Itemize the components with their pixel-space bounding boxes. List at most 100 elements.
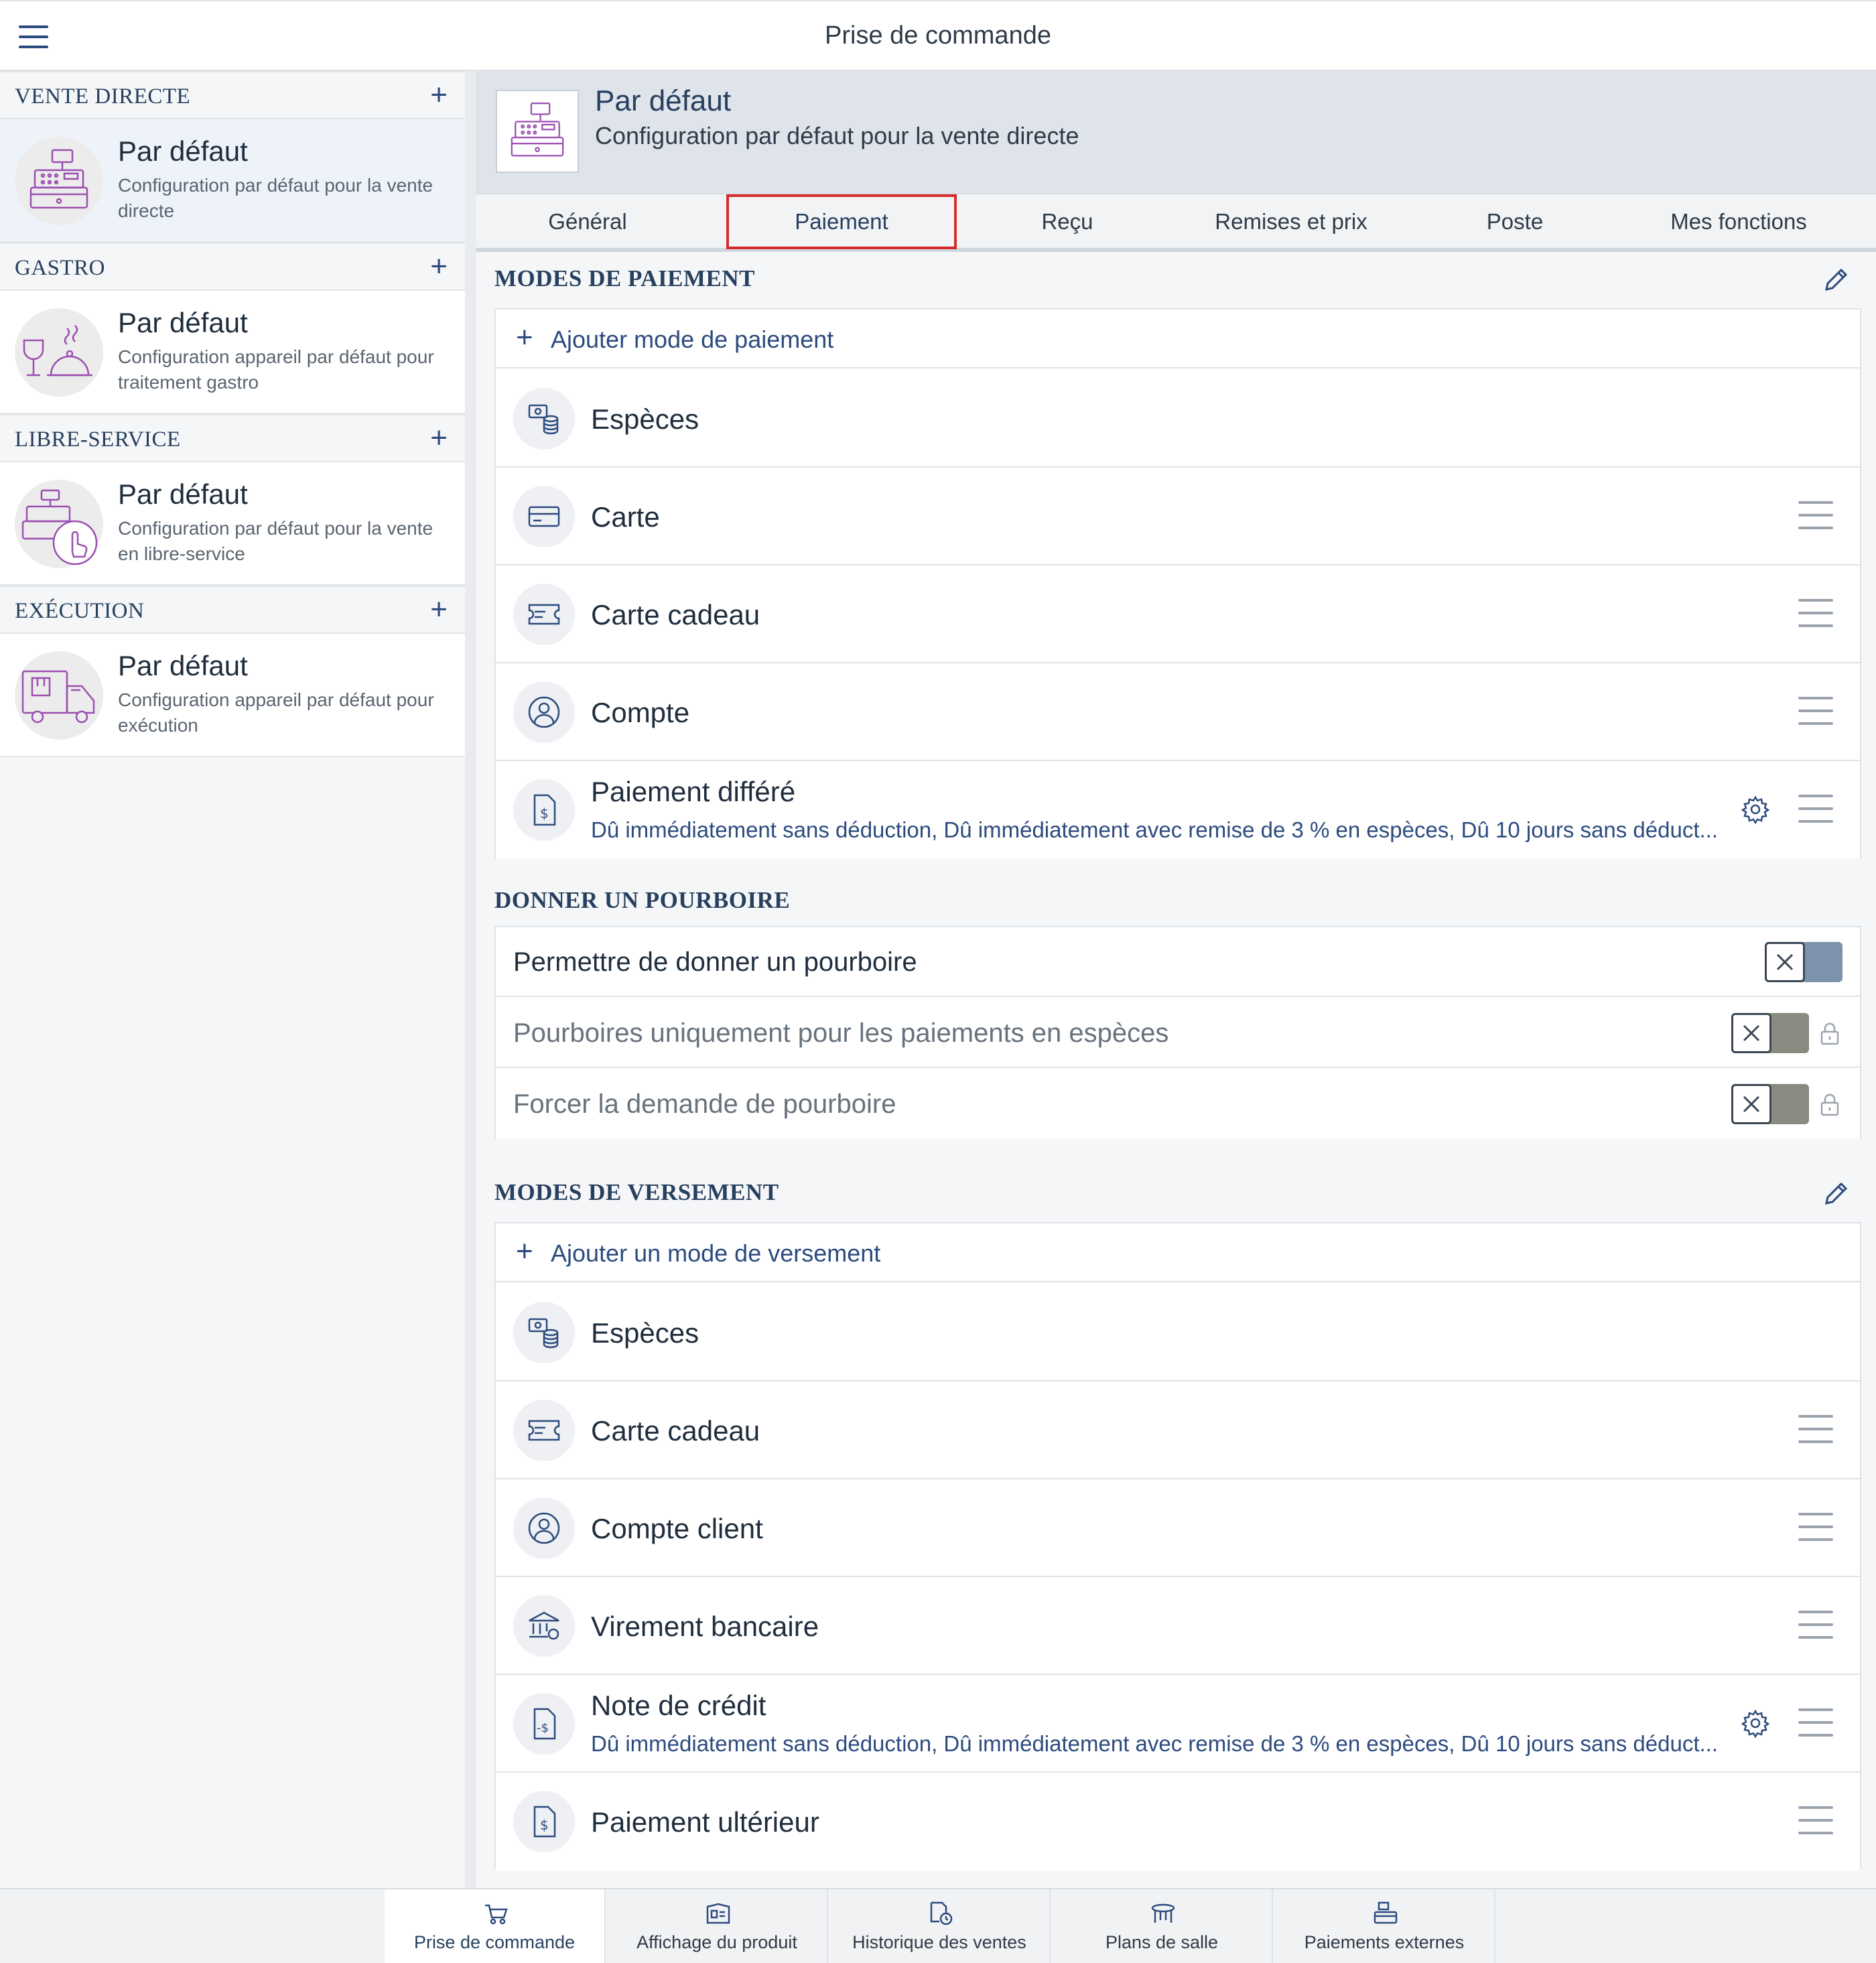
config-title: Par défaut bbox=[118, 478, 248, 510]
lock-icon bbox=[1820, 1093, 1840, 1116]
tab-general[interactable]: Général bbox=[476, 194, 699, 249]
section-header-libre-service: LIBRE-SERVICE + bbox=[0, 414, 465, 462]
config-title: Par défaut bbox=[118, 135, 248, 167]
tab-poste[interactable]: Poste bbox=[1403, 194, 1627, 249]
add-config-button[interactable]: + bbox=[430, 594, 448, 626]
drag-handle-icon[interactable] bbox=[1798, 1415, 1833, 1443]
cash-icon bbox=[513, 1302, 575, 1363]
nav-affichage-du-produit[interactable]: Affichage du produit bbox=[607, 1889, 828, 1963]
sales-history-icon bbox=[930, 1901, 953, 1925]
section-title: LIBRE-SERVICE bbox=[15, 427, 181, 452]
add-config-button[interactable]: + bbox=[430, 251, 448, 283]
tab-recu[interactable]: Reçu bbox=[955, 194, 1179, 249]
tip-force-toggle[interactable] bbox=[1731, 1084, 1809, 1124]
config-item-vente-directe[interactable]: Par défaut Configuration par défaut pour… bbox=[0, 119, 465, 243]
config-subtitle: Configuration appareil par défaut pour e… bbox=[118, 689, 434, 736]
nav-label: Paiements externes bbox=[1304, 1932, 1465, 1952]
tip-force-row: Forcer la demande de pourboire bbox=[496, 1069, 1860, 1139]
add-payment-mode-button[interactable]: + Ajouter mode de paiement bbox=[496, 310, 1860, 368]
payout-mode-note-de-credit[interactable]: -$ Note de crédit Dû immédiatement sans … bbox=[496, 1675, 1860, 1773]
nav-historique-des-ventes[interactable]: Historique des ventes bbox=[829, 1889, 1051, 1963]
tip-cash-only-toggle[interactable] bbox=[1731, 1013, 1809, 1053]
cash-register-icon bbox=[15, 137, 103, 225]
payout-mode-carte-cadeau[interactable]: Carte cadeau bbox=[496, 1381, 1860, 1479]
payment-mode-description: Dû immédiatement sans déduction, Dû immé… bbox=[591, 817, 1719, 842]
section-header-gastro: GASTRO + bbox=[0, 243, 465, 291]
credit-note-icon: -$ bbox=[513, 1693, 575, 1755]
detail-subtitle: Configuration par défaut pour la vente d… bbox=[595, 122, 1079, 149]
payment-mode-paiement-differe[interactable]: $ Paiement différé Dû immédiatement sans… bbox=[496, 761, 1860, 859]
section-title: EXÉCUTION bbox=[15, 599, 145, 623]
section-title: GASTRO bbox=[15, 256, 106, 280]
nav-plans-de-salle[interactable]: Plans de salle bbox=[1052, 1889, 1273, 1963]
payment-mode-carte[interactable]: Carte bbox=[496, 468, 1860, 565]
payment-mode-label: Compte bbox=[591, 697, 690, 728]
add-payout-mode-button[interactable]: + Ajouter un mode de versement bbox=[496, 1223, 1860, 1282]
gastro-cloche-icon bbox=[15, 308, 103, 397]
edit-pencil-icon[interactable] bbox=[1821, 265, 1851, 295]
nav-label: Historique des ventes bbox=[852, 1932, 1026, 1952]
account-icon bbox=[513, 681, 575, 743]
add-payment-mode-label: Ajouter mode de paiement bbox=[551, 326, 834, 353]
gear-icon[interactable] bbox=[1741, 795, 1770, 825]
drag-handle-icon[interactable] bbox=[1798, 1806, 1833, 1834]
drag-handle-icon[interactable] bbox=[1798, 501, 1833, 529]
payment-mode-especes[interactable]: Espèces bbox=[496, 370, 1860, 468]
nav-paiements-externes[interactable]: Paiements externes bbox=[1274, 1889, 1495, 1963]
payment-mode-carte-cadeau[interactable]: Carte cadeau bbox=[496, 565, 1860, 663]
payment-mode-compte[interactable]: Compte bbox=[496, 663, 1860, 761]
payment-modes-title: MODES DE PAIEMENT bbox=[494, 265, 755, 291]
payout-mode-especes[interactable]: Espèces bbox=[496, 1284, 1860, 1381]
svg-text:$: $ bbox=[540, 805, 549, 821]
invoice-icon: $ bbox=[513, 1791, 575, 1852]
top-bar: Prise de commande bbox=[0, 0, 1876, 71]
nav-prise-de-commande[interactable]: Prise de commande bbox=[385, 1889, 606, 1963]
external-payment-icon bbox=[1374, 1901, 1398, 1924]
tip-allow-label: Permettre de donner un pourboire bbox=[513, 947, 917, 977]
drag-handle-icon[interactable] bbox=[1798, 1611, 1833, 1639]
section-title: VENTE DIRECTE bbox=[15, 84, 191, 109]
sidebar-divider bbox=[465, 71, 476, 1888]
gift-card-icon bbox=[513, 1400, 575, 1461]
edit-pencil-icon[interactable] bbox=[1821, 1179, 1851, 1209]
payout-mode-label: Paiement ultérieur bbox=[591, 1806, 819, 1838]
lock-icon bbox=[1820, 1022, 1840, 1045]
payment-mode-label: Carte cadeau bbox=[591, 599, 760, 630]
page-title: Prise de commande bbox=[825, 21, 1051, 50]
payout-mode-paiement-ulterieur[interactable]: $ Paiement ultérieur bbox=[496, 1773, 1860, 1871]
payment-mode-label: Carte bbox=[591, 501, 660, 533]
config-item-execution[interactable]: Par défaut Configuration appareil par dé… bbox=[0, 634, 465, 757]
payout-mode-compte-client[interactable]: Compte client bbox=[496, 1479, 1860, 1577]
payout-mode-label: Carte cadeau bbox=[591, 1415, 760, 1446]
add-config-button[interactable]: + bbox=[430, 79, 448, 111]
config-item-libre-service[interactable]: Par défaut Configuration par défaut pour… bbox=[0, 462, 465, 586]
add-config-button[interactable]: + bbox=[430, 422, 448, 454]
payout-mode-label: Espèces bbox=[591, 1317, 699, 1349]
detail-header: Par défaut Configuration par défaut pour… bbox=[476, 71, 1876, 193]
payment-modes-list: + Ajouter mode de paiement Espèces Carte… bbox=[494, 308, 1861, 859]
payout-mode-label: Note de crédit bbox=[591, 1690, 766, 1721]
config-item-gastro[interactable]: Par défaut Configuration appareil par dé… bbox=[0, 291, 465, 414]
drag-handle-icon[interactable] bbox=[1798, 697, 1833, 725]
product-display-icon bbox=[706, 1903, 730, 1924]
bank-icon bbox=[513, 1595, 575, 1657]
tab-paiement[interactable]: Paiement bbox=[726, 194, 957, 249]
payout-mode-label: Compte client bbox=[591, 1513, 763, 1544]
tab-mes-fonctions[interactable]: Mes fonctions bbox=[1627, 194, 1851, 249]
svg-text:-$: -$ bbox=[537, 1721, 549, 1735]
tips-title: DONNER UN POURBOIRE bbox=[494, 887, 791, 913]
drag-handle-icon[interactable] bbox=[1798, 1708, 1833, 1737]
config-subtitle: Configuration appareil par défaut pour t… bbox=[118, 346, 434, 393]
tips-list: Permettre de donner un pourboire Pourboi… bbox=[494, 926, 1861, 1139]
tip-cash-only-label: Pourboires uniquement pour les paiements… bbox=[513, 1018, 1169, 1048]
tab-remises-et-prix[interactable]: Remises et prix bbox=[1179, 194, 1403, 249]
config-title: Par défaut bbox=[118, 650, 248, 681]
gear-icon[interactable] bbox=[1741, 1708, 1770, 1739]
payout-mode-virement-bancaire[interactable]: Virement bancaire bbox=[496, 1577, 1860, 1675]
drag-handle-icon[interactable] bbox=[1798, 599, 1833, 627]
svg-text:$: $ bbox=[540, 1817, 549, 1833]
drag-handle-icon[interactable] bbox=[1798, 795, 1833, 823]
drag-handle-icon[interactable] bbox=[1798, 1513, 1833, 1541]
tip-allow-toggle[interactable] bbox=[1765, 942, 1842, 982]
section-header-execution: EXÉCUTION + bbox=[0, 586, 465, 634]
